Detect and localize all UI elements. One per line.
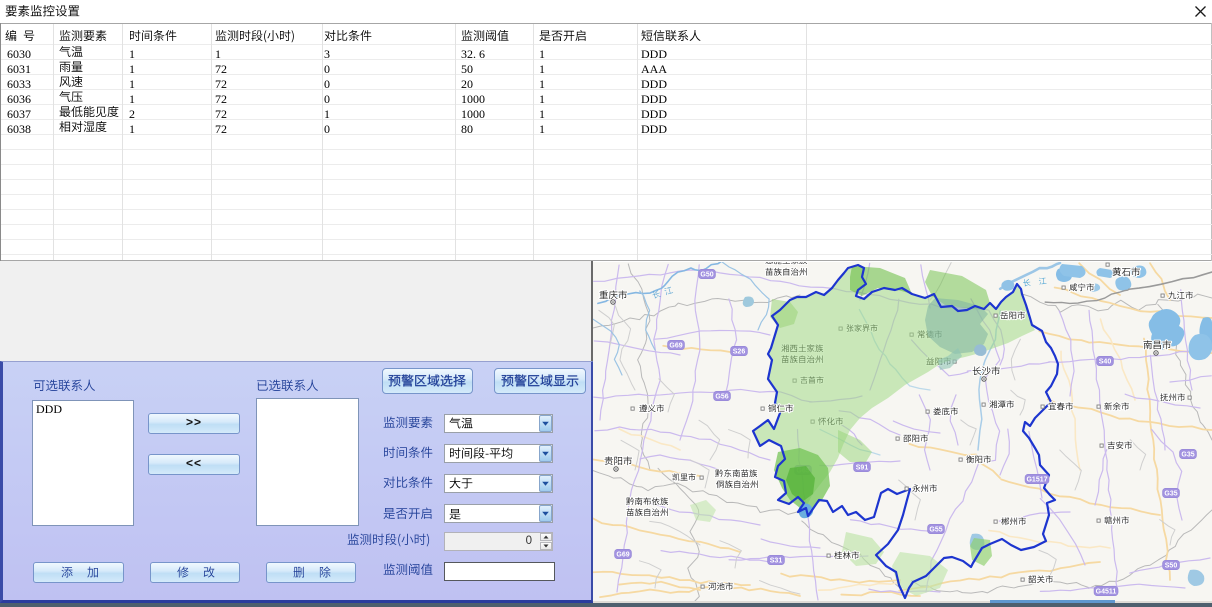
svg-text:S40: S40: [1099, 359, 1112, 366]
svg-text:S91: S91: [856, 465, 869, 472]
svg-text:G56: G56: [715, 394, 728, 401]
svg-text:S26: S26: [733, 349, 746, 356]
svg-text:G50: G50: [700, 272, 713, 279]
svg-text:G69: G69: [669, 343, 682, 350]
svg-text:G55: G55: [929, 527, 942, 534]
svg-text:G69: G69: [616, 552, 629, 559]
svg-text:G35: G35: [1181, 452, 1194, 459]
svg-text:G4511: G4511: [1096, 589, 1117, 596]
svg-text:S31: S31: [770, 558, 783, 565]
svg-text:G1517: G1517: [1026, 477, 1047, 484]
svg-text:G35: G35: [1164, 491, 1177, 498]
svg-text:S50: S50: [1165, 563, 1178, 570]
